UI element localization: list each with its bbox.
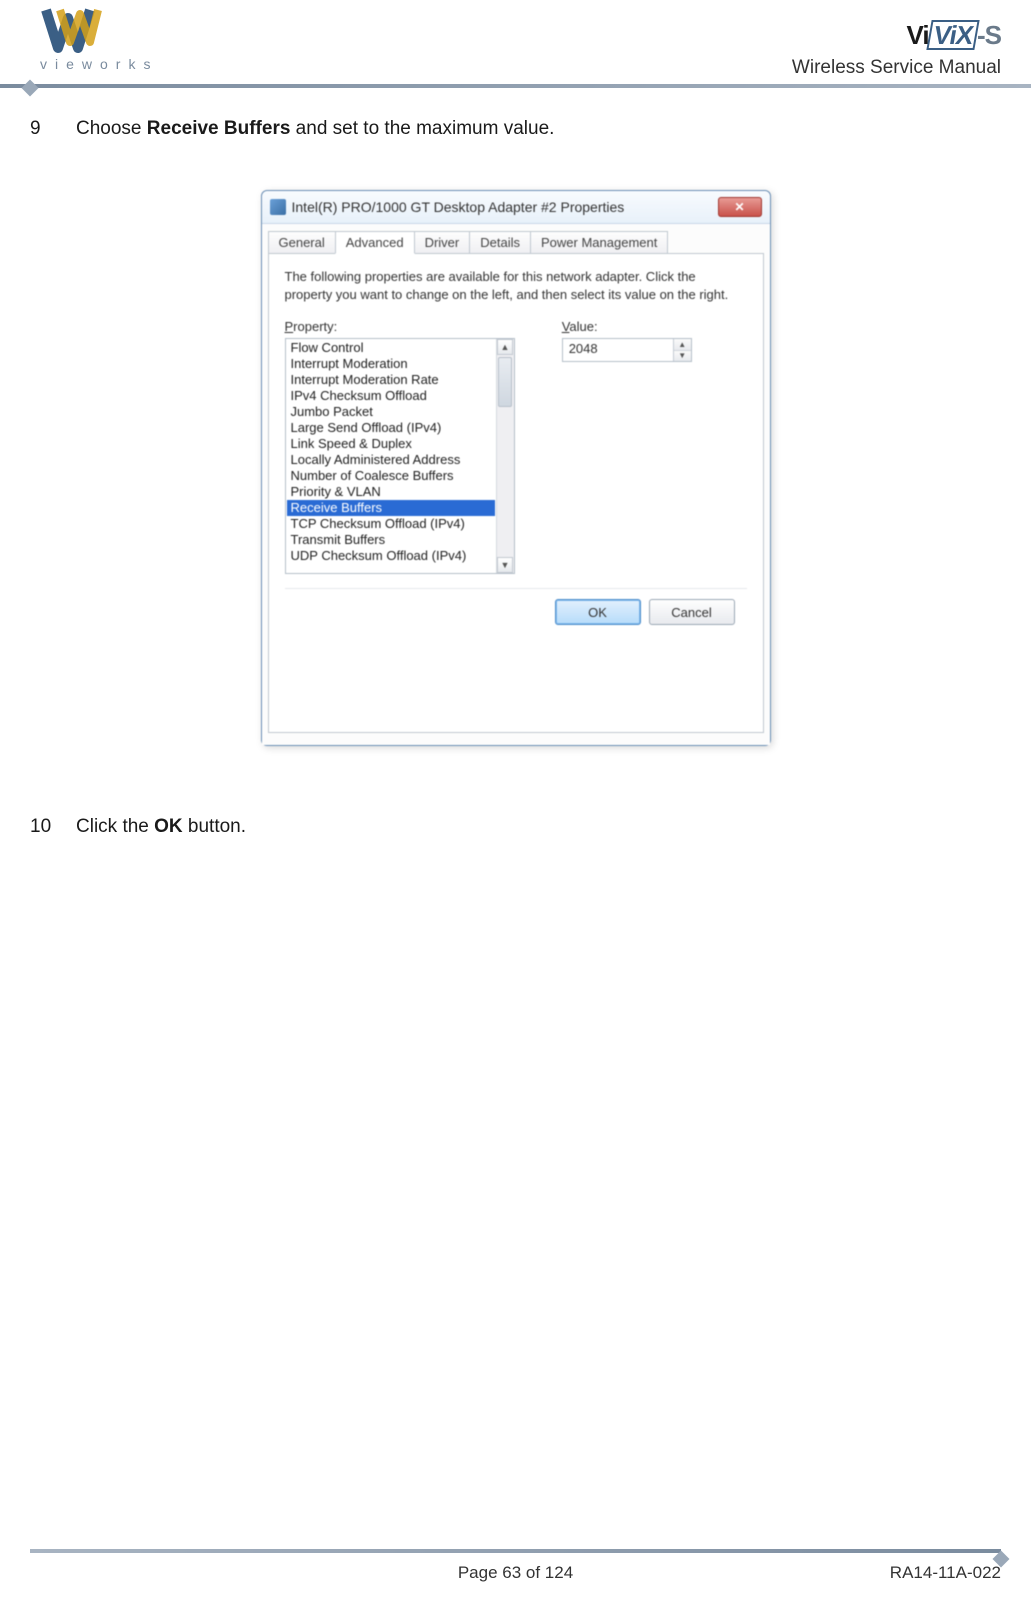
dialog-footer: OK Cancel [285,588,747,631]
dialog-title: Intel(R) PRO/1000 GT Desktop Adapter #2 … [270,199,625,215]
page-content: 9 Choose Receive Buffers and set to the … [0,88,1031,838]
list-item[interactable]: Priority & VLAN [287,484,495,500]
list-item[interactable]: TCP Checksum Offload (IPv4) [287,516,495,532]
step-text-pre: Click the [76,816,154,837]
scrollbar[interactable]: ▲ ▼ [496,339,514,573]
list-item[interactable]: Number of Coalesce Buffers [287,468,495,484]
dialog-figure: Intel(R) PRO/1000 GT Desktop Adapter #2 … [30,190,1001,746]
list-item[interactable]: Flow Control [287,340,495,356]
close-icon: ✕ [734,200,744,214]
list-item[interactable]: UDP Checksum Offload (IPv4) [287,548,495,564]
cancel-button[interactable]: Cancel [649,599,735,625]
list-item[interactable]: IPv4 Checksum Offload [287,388,495,404]
adapter-icon [270,199,286,215]
product-logo: ViViX-S [792,20,1001,51]
scroll-thumb[interactable] [498,357,512,407]
list-item[interactable]: Locally Administered Address [287,452,495,468]
product-name-box: ViX [926,20,980,50]
logo-w-icon [40,8,102,54]
step-10: 10 Click the OK button. [30,816,1001,838]
step-9: 9 Choose Receive Buffers and set to the … [30,118,1001,140]
tab-general[interactable]: General [268,231,336,254]
tab-strip: General Advanced Driver Details Power Ma… [268,230,764,253]
tab-driver[interactable]: Driver [414,231,471,254]
document-id: RA14-11A-022 [890,1563,1001,1583]
step-text-bold: OK [154,816,183,837]
page-header: vieworks ViViX-S Wireless Service Manual [0,0,1031,88]
list-item[interactable]: Transmit Buffers [287,532,495,548]
brand-name: vieworks [40,56,158,72]
page-footer: Page 63 of 124 RA14-11A-022 [30,1549,1001,1583]
dialog-body: General Advanced Driver Details Power Ma… [262,224,770,745]
scroll-up-button[interactable]: ▲ [497,339,513,355]
step-text-post: button. [183,816,246,837]
header-right: ViViX-S Wireless Service Manual [792,20,1001,79]
spinner-down-button[interactable]: ▼ [674,351,691,362]
header-subtitle: Wireless Service Manual [792,57,1001,79]
product-name-suffix: -S [977,20,1001,50]
page-number: Page 63 of 124 [458,1563,573,1583]
ok-button[interactable]: OK [555,599,641,625]
brand-logo: vieworks [40,8,158,72]
dialog-titlebar[interactable]: Intel(R) PRO/1000 GT Desktop Adapter #2 … [262,191,770,224]
spinner-up-button[interactable]: ▲ [674,339,691,351]
step-number: 9 [30,118,76,140]
step-text-pre: Choose [76,118,147,139]
tab-power-management[interactable]: Power Management [530,231,668,254]
property-label-text: roperty: [293,319,337,334]
value-field[interactable]: 2048 [563,339,673,361]
dialog-title-text: Intel(R) PRO/1000 GT Desktop Adapter #2 … [292,199,625,215]
close-button[interactable]: ✕ [718,197,762,217]
list-item[interactable]: Link Speed & Duplex [287,436,495,452]
step-text-bold: Receive Buffers [147,118,291,139]
list-item[interactable]: Jumbo Packet [287,404,495,420]
property-label: Property: [285,319,522,334]
value-spinner[interactable]: 2048 ▲ ▼ [562,338,692,362]
tab-panel-advanced: The following properties are available f… [268,253,764,733]
step-text: Choose Receive Buffers and set to the ma… [76,118,554,140]
value-label: Value: [562,319,747,334]
product-name-prefix: Vi [906,20,928,50]
list-item[interactable]: Receive Buffers [287,500,495,516]
list-item[interactable]: Interrupt Moderation Rate [287,372,495,388]
value-label-text: alue: [569,319,597,334]
scroll-down-button[interactable]: ▼ [497,557,513,573]
panel-description: The following properties are available f… [285,268,747,303]
properties-dialog: Intel(R) PRO/1000 GT Desktop Adapter #2 … [261,190,771,746]
list-item[interactable]: Interrupt Moderation [287,356,495,372]
property-listbox[interactable]: Flow ControlInterrupt ModerationInterrup… [285,338,515,574]
step-text: Click the OK button. [76,816,246,838]
step-text-post: and set to the maximum value. [290,118,554,139]
spinner-buttons: ▲ ▼ [673,339,691,361]
tab-details[interactable]: Details [469,231,531,254]
list-item[interactable]: Large Send Offload (IPv4) [287,420,495,436]
tab-advanced[interactable]: Advanced [335,231,415,254]
step-number: 10 [30,816,76,838]
